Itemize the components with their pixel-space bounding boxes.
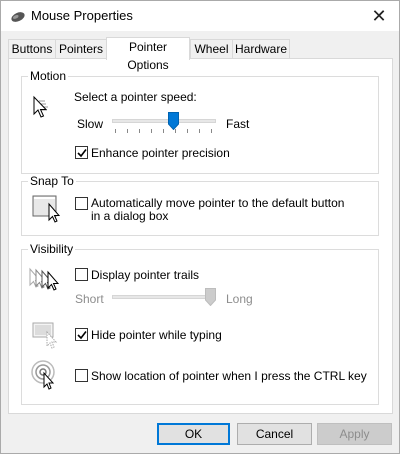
visibility-heading: Visibility [28, 242, 76, 256]
mouse-properties-window: Mouse Properties ✕ Buttons Pointers Poin… [0, 0, 400, 454]
slider-thumb[interactable] [168, 112, 179, 130]
snap-to-label: Automatically move pointer to the defaul… [91, 196, 345, 223]
cancel-button[interactable]: Cancel [237, 423, 312, 445]
snap-to-group: Snap To Automatically move pointer to th… [21, 174, 379, 236]
pointer-options-panel: Motion Select a pointer speed: Slow Fast… [8, 58, 393, 414]
pointer-trails-icon [29, 267, 60, 291]
show-location-checkbox[interactable] [75, 369, 88, 382]
slider-thumb[interactable] [205, 288, 216, 306]
title-bar: Mouse Properties ✕ [1, 1, 399, 31]
checkmark-icon [77, 149, 87, 158]
motion-group: Motion Select a pointer speed: Slow Fast… [21, 69, 379, 174]
window-title: Mouse Properties [31, 8, 133, 23]
pointer-speed-slider[interactable] [112, 112, 216, 144]
slider-tick [211, 129, 212, 133]
close-button[interactable]: ✕ [359, 1, 399, 31]
slider-tick [151, 129, 152, 133]
tab-pointer-options[interactable]: Pointer Options [106, 37, 190, 72]
motion-heading: Motion [28, 69, 69, 83]
slider-track [112, 119, 216, 123]
tab-buttons[interactable]: Buttons [8, 39, 56, 59]
tab-hardware[interactable]: Hardware [232, 39, 290, 59]
slider-track [112, 295, 216, 299]
hide-pointer-label: Hide pointer while typing [91, 328, 222, 342]
long-label: Long [226, 292, 253, 306]
hide-pointer-checkbox[interactable] [75, 328, 88, 341]
visibility-group: Visibility Display pointer trails Short … [21, 242, 379, 405]
pointer-trails-label: Display pointer trails [91, 268, 200, 282]
ok-button[interactable]: OK [157, 423, 230, 445]
short-label: Short [75, 292, 104, 306]
close-icon: ✕ [371, 5, 387, 26]
pointer-speed-icon [33, 95, 48, 118]
slider-tick [139, 129, 140, 133]
pointer-location-icon [31, 360, 55, 390]
slider-tick [127, 129, 128, 133]
mouse-icon [11, 12, 25, 22]
snap-to-heading: Snap To [28, 174, 76, 188]
slow-label: Slow [77, 117, 104, 131]
slider-tick [187, 129, 188, 133]
slider-tick [163, 129, 164, 133]
pointer-trails-checkbox[interactable] [75, 268, 88, 281]
enhance-precision-checkbox[interactable] [75, 146, 88, 159]
slider-tick [115, 129, 116, 133]
snap-to-checkbox[interactable] [75, 197, 88, 210]
pointer-speed-label: Select a pointer speed: [74, 90, 197, 104]
slider-tick [199, 129, 200, 133]
enhance-precision-label: Enhance pointer precision [91, 146, 230, 160]
tab-strip: Buttons Pointers Pointer Options Wheel H… [8, 37, 392, 72]
checkmark-icon [77, 331, 87, 340]
tab-pointers[interactable]: Pointers [55, 39, 107, 59]
fast-label: Fast [226, 117, 250, 131]
snap-to-button-icon [32, 195, 61, 223]
show-location-label: Show location of pointer when I press th… [91, 369, 367, 383]
tab-wheel[interactable]: Wheel [190, 39, 233, 59]
apply-button[interactable]: Apply [317, 423, 392, 445]
pointer-trail-length-slider[interactable] [112, 288, 216, 320]
hide-pointer-icon [32, 322, 58, 349]
